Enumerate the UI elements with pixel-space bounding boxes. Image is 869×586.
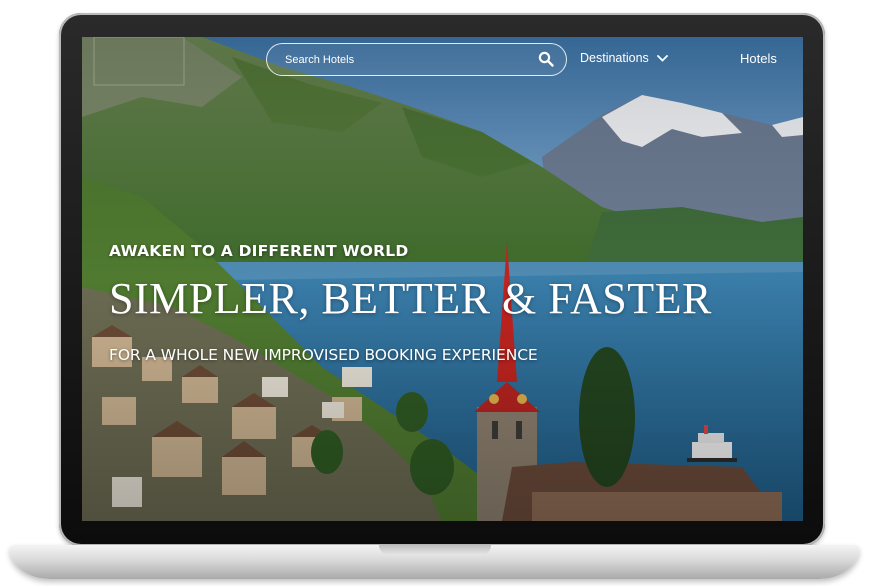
nav-hotels-label: Hotels	[740, 51, 777, 66]
nav-destinations-dropdown[interactable]: Destinations	[580, 51, 668, 65]
search-input[interactable]	[283, 44, 527, 76]
laptop-notch	[378, 545, 491, 555]
chevron-down-icon	[656, 54, 668, 62]
hero-headline: SIMPLER, BETTER & FASTER	[109, 274, 712, 323]
search-bar[interactable]	[266, 43, 567, 76]
hero-eyebrow: AWAKEN TO A DIFFERENT WORLD	[109, 242, 409, 260]
browser-viewport: Destinations Hotels AWAKEN TO A DIFFEREN…	[82, 37, 803, 521]
search-icon[interactable]	[538, 51, 554, 67]
nav-hotels-link[interactable]: Hotels	[740, 51, 777, 66]
nav-destinations-label: Destinations	[580, 51, 649, 65]
hero-subline: FOR A WHOLE NEW IMPROVISED BOOKING EXPER…	[109, 346, 538, 364]
laptop-base	[10, 545, 859, 579]
